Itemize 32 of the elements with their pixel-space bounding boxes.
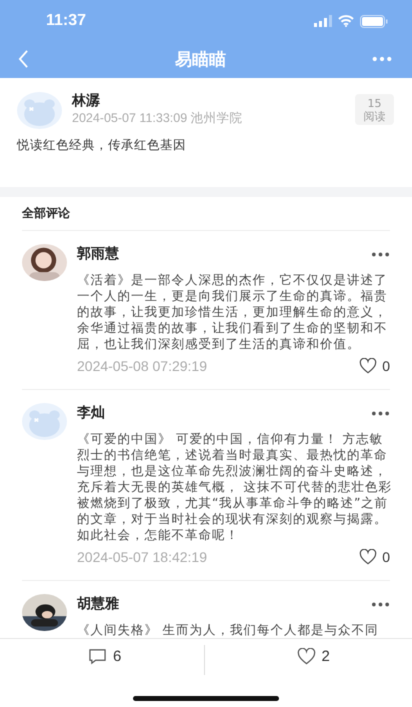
section-heading: 全部评论 [22, 197, 390, 231]
signal-icon [314, 15, 332, 27]
commenter-name: 郭雨慧 [77, 245, 119, 263]
author-name: 林潺 [72, 92, 101, 110]
comment-text: 《可爱的中国》 可爱的中国，信仰有力量！ 方志敏烈士的书信绝笔，述说着当时最真实、最热忱的革命与理想，也是这位革命先烈波澜壮阔的奋斗史略述，充斥着大无畏的英雄气概， 这抹不可代替的悲壮色彩被燃烧到了极致，尤其“我从事革命斗争的略述”之前的文章，对于当时社会的现状有深刻的观察与揭露。如此社会，怎能不革命呢！ [77, 431, 393, 543]
like-count: 0 [382, 549, 390, 565]
more-icon[interactable] [371, 602, 390, 606]
comment-time: 2024-05-07 18:42:19 [77, 549, 207, 565]
comment-icon[interactable] [88, 648, 107, 664]
post-text: 悦读红色经典，传承红色基因 [17, 136, 187, 154]
heart-icon[interactable] [359, 549, 378, 565]
commenter-name: 胡慧雅 [77, 595, 119, 613]
post-meta: 2024-05-07 11:33:09 池州学院 [72, 110, 244, 126]
battery-icon [360, 14, 388, 28]
avatar [22, 403, 67, 440]
wifi-icon [338, 15, 354, 27]
comment-time: 2024-05-08 07:29:19 [77, 358, 207, 374]
comment-count: 6 [113, 648, 122, 664]
more-icon[interactable] [371, 252, 390, 256]
read-label: 阅读 [364, 110, 386, 122]
comment-text: 《活着》是一部令人深思的杰作，它不仅仅是讲述了一个人的一生，更是向我们展示了生命的真谛。福贵的故事，让我更加珍惜生活，更加理解生命的意义，余华通过福贵的故事，让我们看到了生命的坚韧和不屈，也让我们深刻感受到了生活的真谛和价值。 [77, 272, 388, 352]
comment-text: 《人间失格》 生而为人，我们每个人都是与众不同 [77, 622, 380, 638]
status-time: 11:37 [46, 12, 86, 30]
avatar [17, 92, 62, 129]
like-count: 2 [322, 648, 330, 664]
like-count: 0 [382, 358, 390, 374]
commenter-name: 李灿 [77, 404, 105, 422]
page-title: 易瞄瞄 [175, 48, 226, 70]
read-count: 15 [368, 96, 382, 110]
heart-icon[interactable] [359, 358, 378, 374]
more-icon[interactable] [371, 410, 390, 416]
heart-icon[interactable] [296, 648, 316, 664]
